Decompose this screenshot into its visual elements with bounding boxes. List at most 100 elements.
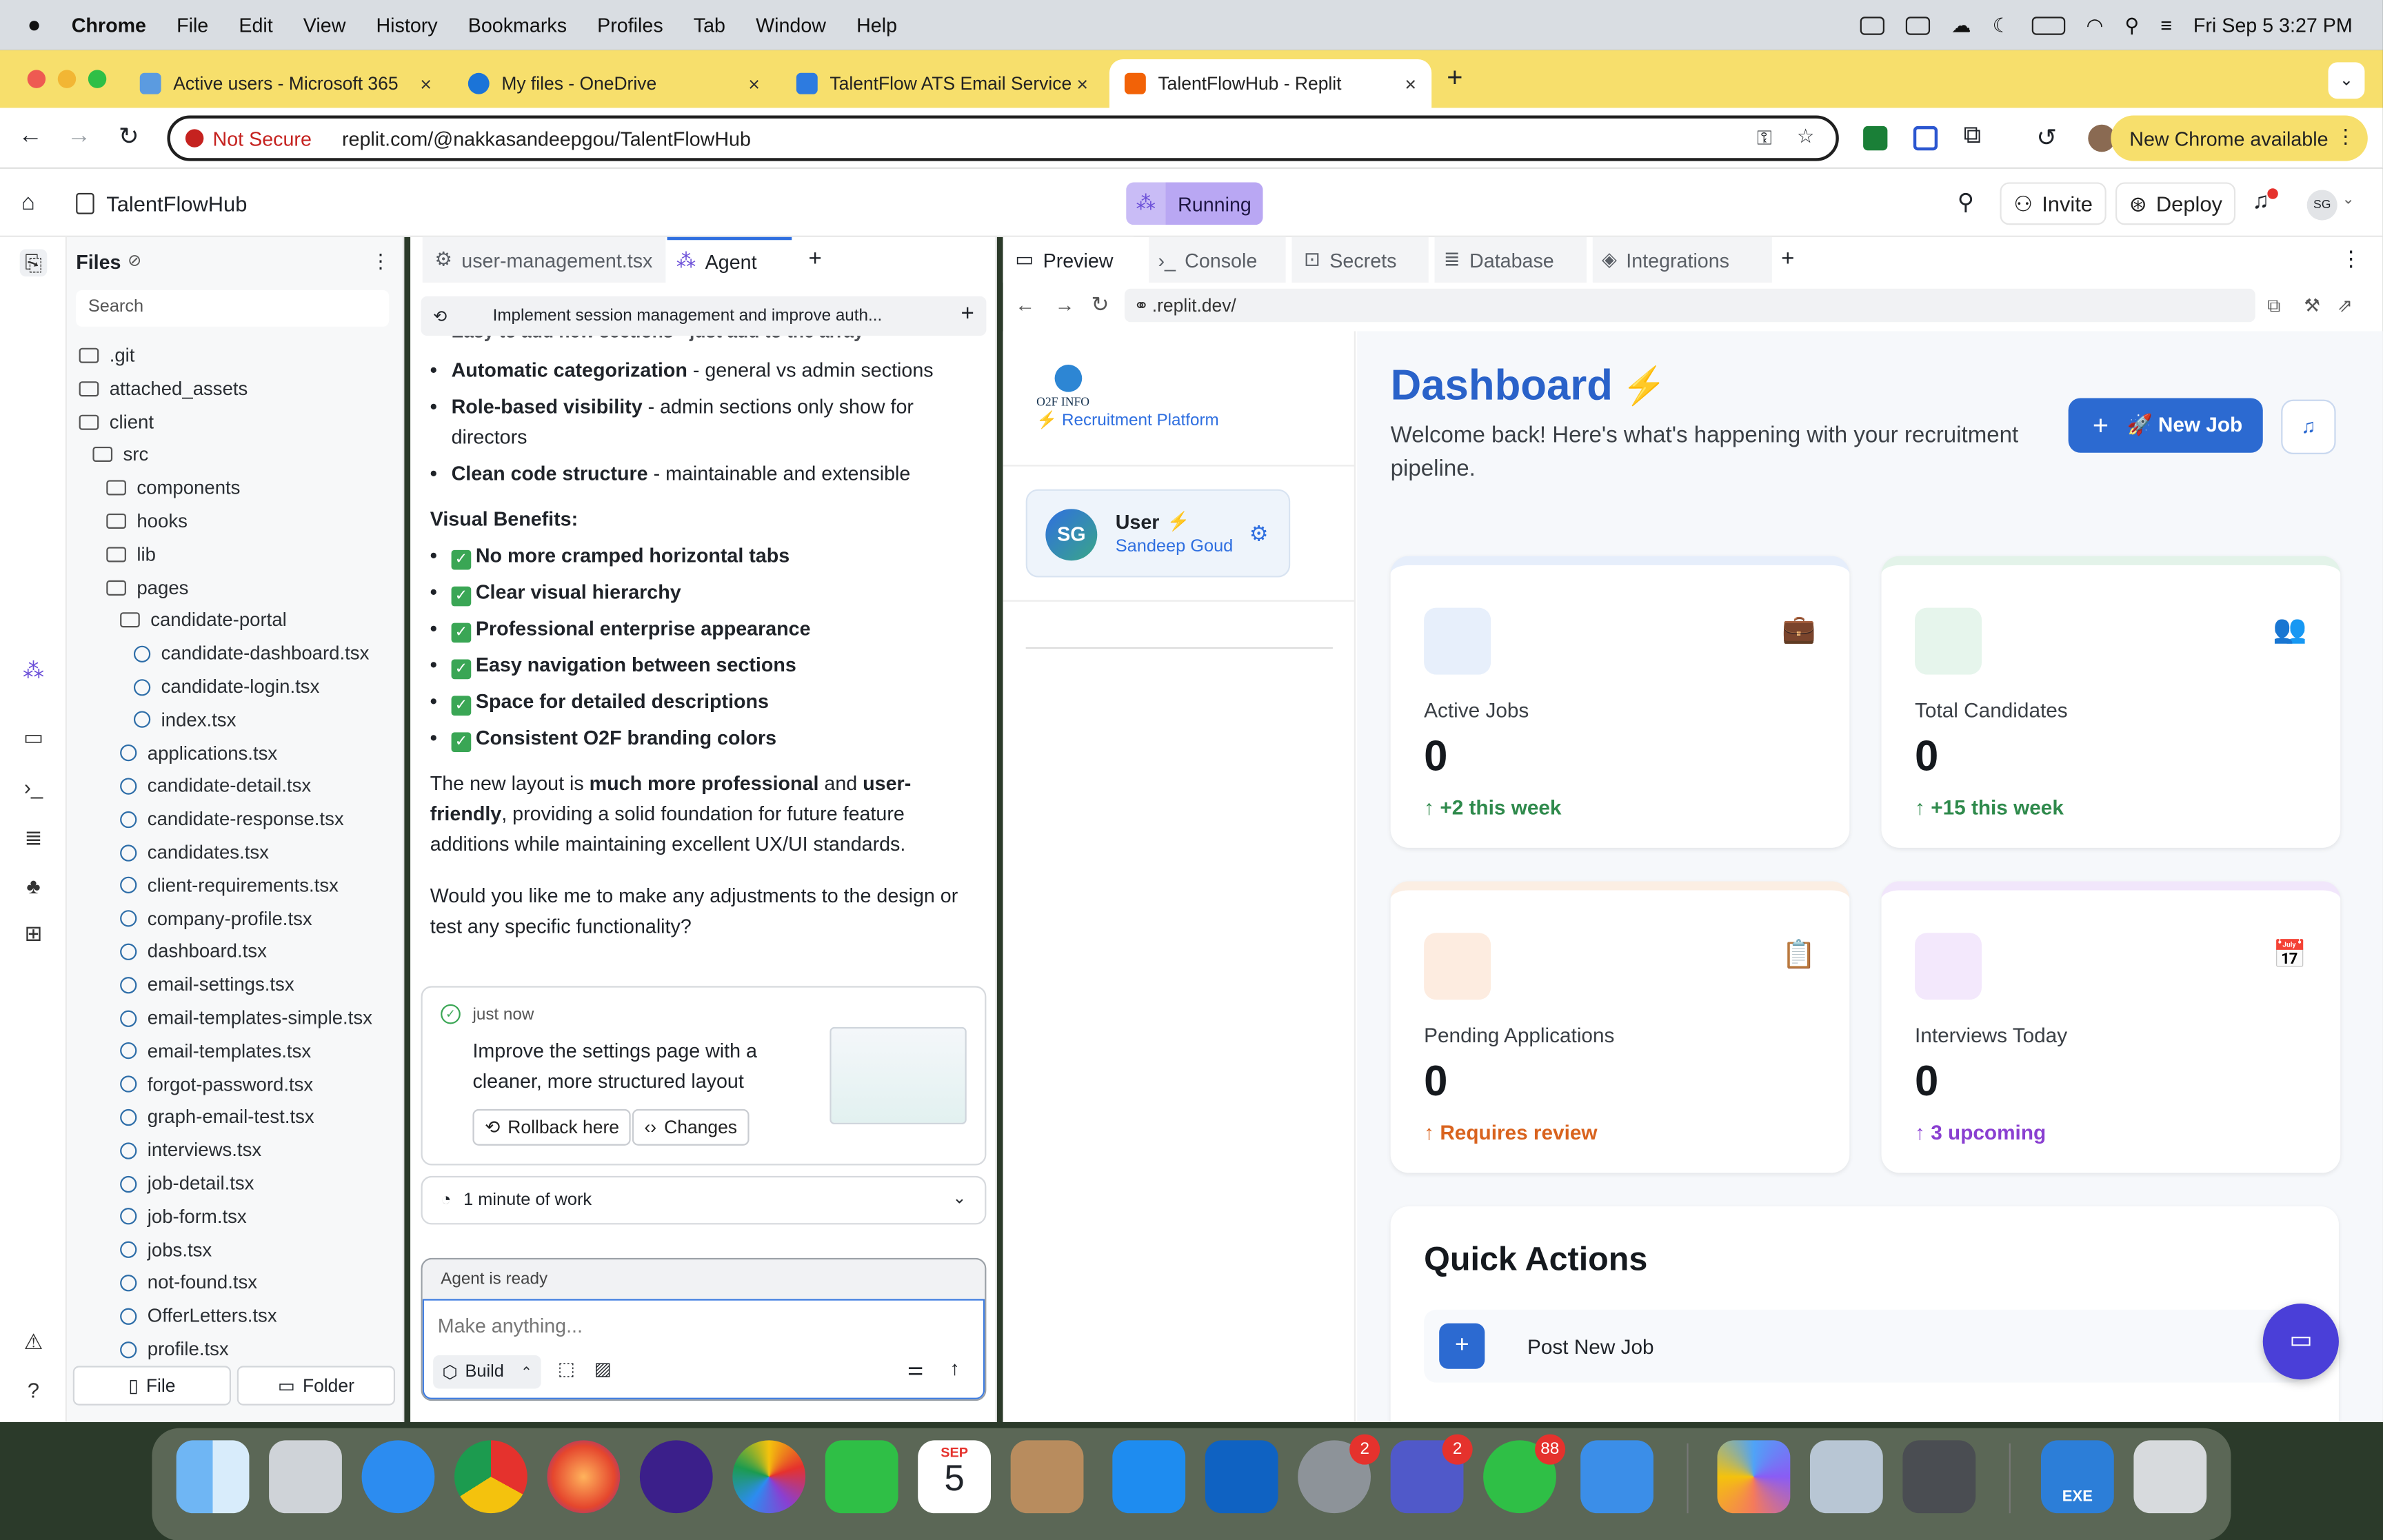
window-zoom-button[interactable] — [88, 70, 107, 88]
file-item[interactable]: client-requirements.tsx — [120, 870, 339, 900]
stat-card-pending-applications[interactable]: 📋 Pending Applications 0 ↑ Requires revi… — [1390, 881, 1850, 1173]
deploy-tool-icon[interactable]: ♣ — [20, 872, 48, 900]
devices-icon[interactable]: ⧉ — [2267, 295, 2280, 318]
folder-item[interactable]: src — [92, 440, 148, 470]
reload-icon[interactable]: ↻ — [119, 121, 139, 152]
menu-profiles[interactable]: Profiles — [597, 14, 663, 37]
new-tab-button[interactable]: + — [1447, 62, 1462, 94]
menu-file[interactable]: File — [177, 14, 208, 37]
image-attach-icon[interactable]: ▨ — [594, 1358, 612, 1379]
bell-icon[interactable]: ♫ — [2252, 188, 2269, 214]
menu-bookmarks[interactable]: Bookmarks — [468, 14, 567, 37]
extension-icon[interactable] — [1863, 125, 1888, 151]
tab-preview[interactable]: ▭ Preview — [1003, 236, 1134, 283]
folder-item[interactable]: client — [79, 407, 154, 437]
url-text[interactable]: replit.com/@nakkasandeepgou/TalentFlowHu… — [342, 127, 751, 150]
new-file-button[interactable]: ▯ File — [72, 1366, 232, 1406]
database-tool-icon[interactable]: ≣ — [20, 824, 48, 851]
file-item[interactable]: forgot-password.tsx — [120, 1069, 313, 1100]
calculator-icon[interactable] — [1902, 1440, 1976, 1514]
tab-replit-active[interactable]: TalentFlowHub - Replit × — [1109, 59, 1432, 108]
close-tab-icon[interactable]: × — [748, 72, 760, 95]
files-tool-icon[interactable]: ⎘ — [19, 249, 48, 277]
thread-header[interactable]: ⟲ Implement session management and impro… — [421, 296, 987, 336]
not-secure-label[interactable]: Not Secure — [213, 127, 312, 150]
file-item[interactable]: candidates.tsx — [120, 837, 269, 867]
tab-onedrive[interactable]: My files - OneDrive × — [453, 59, 775, 108]
changes-button[interactable]: ‹› Changes — [632, 1108, 750, 1146]
tab-console[interactable]: ›_ Console — [1149, 236, 1286, 283]
preview-forward-icon[interactable]: → — [1055, 293, 1075, 316]
chevron-down-icon[interactable]: ⌄ — [952, 1188, 966, 1208]
teams-icon[interactable]: 2 — [1390, 1434, 1473, 1514]
tab-secrets[interactable]: ⊡ Secrets — [1291, 236, 1429, 283]
user-settings-icon[interactable]: ⚙ — [1249, 521, 1269, 547]
file-item[interactable]: company-profile.tsx — [120, 903, 312, 933]
preview-back-icon[interactable]: ← — [1015, 293, 1035, 316]
menu-edit[interactable]: Edit — [239, 14, 272, 37]
new-job-button[interactable]: + 🚀 New Job — [2068, 398, 2263, 453]
control-center-icon[interactable]: ≡ — [2160, 14, 2172, 37]
run-button[interactable]: ⁂ Running — [1126, 182, 1264, 225]
chevron-down-icon[interactable]: ⌄ — [2342, 192, 2354, 208]
status-icon[interactable] — [1860, 16, 1885, 34]
home-icon[interactable]: ⌂ — [21, 190, 35, 216]
file-item[interactable]: job-form.tsx — [120, 1202, 247, 1232]
checkpoint-thumbnail[interactable] — [829, 1026, 967, 1124]
file-item[interactable]: dashboard.tsx — [120, 937, 267, 967]
tab-integrations[interactable]: ◈ Integrations — [1592, 236, 1772, 283]
new-thread-icon[interactable]: + — [961, 301, 974, 326]
preview-tool-icon[interactable]: ▭ — [20, 723, 48, 751]
file-item[interactable]: graph-email-test.tsx — [120, 1102, 314, 1133]
preview-app-icon[interactable] — [1809, 1440, 1883, 1514]
menu-app-name[interactable]: Chrome — [72, 14, 146, 37]
tab-user-management[interactable]: ⚙ user-management.tsx — [422, 236, 666, 283]
menu-window[interactable]: Window — [756, 14, 826, 37]
facetime-icon[interactable] — [825, 1440, 898, 1514]
user-avatar[interactable]: SG — [2306, 190, 2337, 221]
app-store-icon[interactable] — [1112, 1440, 1186, 1514]
sync-icon[interactable]: ↺ — [2036, 123, 2057, 154]
tab-talentflow-email[interactable]: TalentFlow ATS Email Service × — [781, 59, 1103, 108]
window-minimize-button[interactable] — [57, 70, 77, 88]
battery-icon[interactable] — [2031, 16, 2065, 34]
bookmark-star-icon[interactable]: ☆ — [1797, 125, 1815, 149]
file-item[interactable]: profile.tsx — [120, 1334, 229, 1364]
outlook-status-icon[interactable] — [1906, 16, 1931, 34]
trash-icon[interactable] — [2133, 1440, 2207, 1514]
menu-history[interactable]: History — [376, 14, 437, 37]
folder-item[interactable]: .git — [79, 341, 134, 371]
photos-icon[interactable] — [732, 1440, 806, 1514]
file-item[interactable]: candidate-login.tsx — [133, 671, 319, 702]
folder-item[interactable]: lib — [106, 539, 156, 569]
safari-icon[interactable] — [361, 1440, 435, 1514]
menu-help[interactable]: Help — [856, 14, 897, 37]
project-name[interactable]: TalentFlowHub — [106, 192, 247, 216]
close-tab-icon[interactable]: × — [420, 72, 432, 95]
podcast-app-icon[interactable] — [639, 1440, 713, 1514]
open-new-window-icon[interactable]: ⇗ — [2337, 295, 2353, 316]
file-item[interactable]: email-templates.tsx — [120, 1036, 311, 1066]
system-settings-icon[interactable]: 2 — [1298, 1434, 1380, 1514]
puzzle-extensions-icon[interactable]: ⧉ — [1964, 123, 1981, 151]
notification-bell-icon[interactable]: ♫ — [2281, 399, 2336, 454]
finder-icon[interactable] — [176, 1440, 250, 1514]
folder-item[interactable]: components — [106, 473, 240, 503]
new-folder-button[interactable]: ▭ Folder — [237, 1366, 396, 1406]
tab-agent[interactable]: ⁂ Agent — [667, 236, 792, 283]
search-icon[interactable]: ⚲ — [1958, 188, 1974, 216]
extension-icon[interactable] — [1913, 125, 1938, 151]
copilot-icon[interactable] — [1717, 1440, 1791, 1514]
agent-input[interactable]: Make anything... — [438, 1314, 583, 1337]
folder-item[interactable]: candidate-portal — [120, 605, 287, 636]
preview-menu-icon[interactable]: ⋮ — [2340, 246, 2362, 272]
menu-tab[interactable]: Tab — [694, 14, 725, 37]
folder-item[interactable]: attached_assets — [79, 374, 248, 404]
spotlight-icon[interactable]: ⚲ — [2124, 13, 2139, 37]
file-item[interactable]: OfferLetters.tsx — [120, 1301, 277, 1331]
outlook-icon[interactable] — [1205, 1440, 1278, 1514]
omnibox[interactable]: Not Secure replit.com/@nakkasandeepgou/T… — [167, 115, 1839, 161]
wifi-icon[interactable]: ◠ — [2087, 13, 2104, 37]
file-item[interactable]: interviews.tsx — [120, 1135, 261, 1166]
add-tab-button[interactable]: + — [1781, 246, 1794, 272]
